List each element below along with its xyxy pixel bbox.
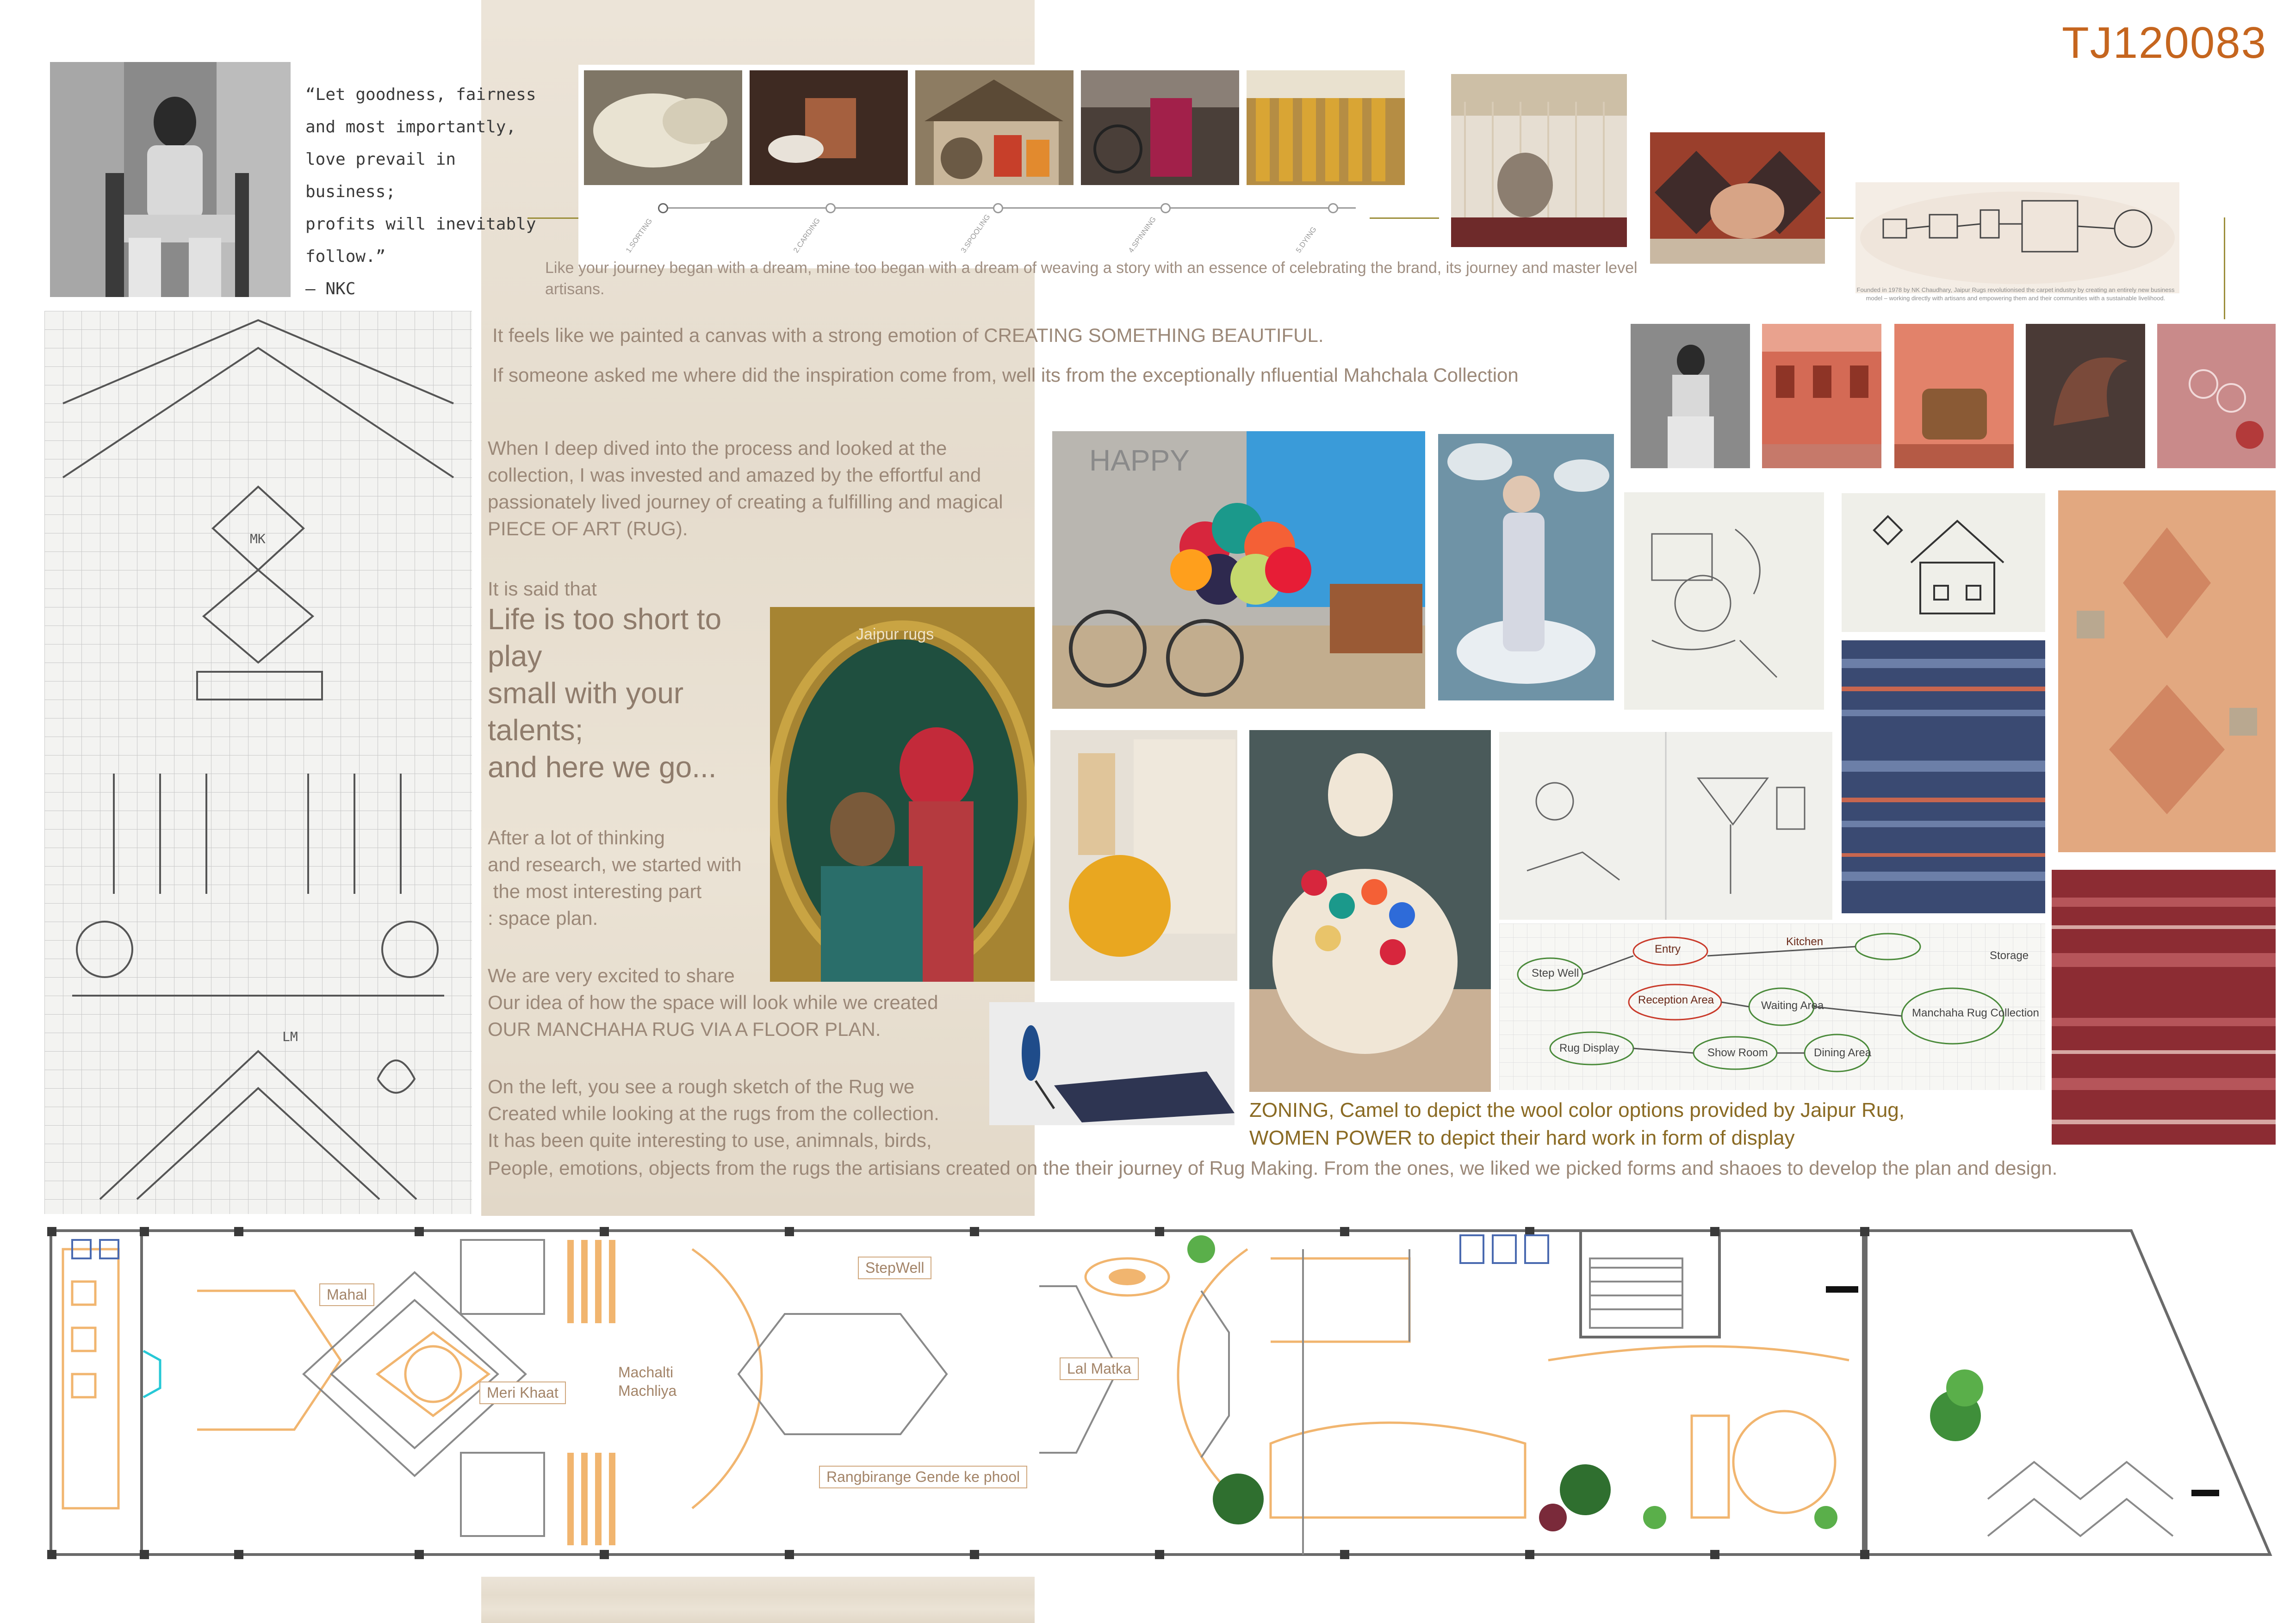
story-line: OUR MANCHAHA RUG VIA A FLOOR PLAN. xyxy=(488,1018,881,1040)
zoning-line: ZONING, Camel to depict the wool color o… xyxy=(1249,1099,1905,1121)
mindmap-word: Waiting Area xyxy=(1761,999,1824,1012)
plan-label-lal-matka: Lal Matka xyxy=(1060,1357,1139,1380)
mindmap-word: Show Room xyxy=(1707,1047,1768,1059)
floor-plan xyxy=(44,1221,2279,1564)
plan-label-stepwell: StepWell xyxy=(858,1257,932,1279)
armchair-thumbnail xyxy=(1894,324,2014,468)
design-sketch-notes xyxy=(1624,492,1824,710)
red-rug-photo xyxy=(2052,870,2276,1145)
story-paragraph-8: People, emotions, objects from the rugs … xyxy=(488,1157,2058,1179)
connector-arrow xyxy=(1370,217,1439,219)
big-quote-line: Life is too short to xyxy=(488,602,722,636)
design-sketch-notebook xyxy=(1499,732,1832,920)
business-model-illustration xyxy=(1855,182,2179,293)
connector-arrow xyxy=(1826,217,1854,219)
rug-detail-thumbnail xyxy=(2157,324,2276,468)
founded-note: Founded in 1978 by NK Chaudhary, Jaipur … xyxy=(1856,286,2175,302)
plan-label-rangbirange: Rangbirange Gende ke phool xyxy=(819,1466,1028,1488)
timeline-dot xyxy=(993,203,1003,213)
story-paragraph-2: If someone asked me where did the inspir… xyxy=(492,364,1519,386)
orange-rug-photo xyxy=(2058,490,2276,852)
founder-thumbnail xyxy=(1631,324,1750,468)
connector-arrow xyxy=(527,217,578,219)
big-quote-line: talents; xyxy=(488,713,583,747)
process-photo-dying xyxy=(1247,70,1405,185)
story-paragraph-7: On the left, you see a rough sketch of t… xyxy=(488,1073,997,1154)
project-code: TJ120083 xyxy=(2062,18,2267,68)
story-line: It has been quite interesting to use, an… xyxy=(488,1129,932,1151)
story-line: Our idea of how the space will look whil… xyxy=(488,991,938,1013)
plan-label-machalti-machliya: Machalti Machliya xyxy=(618,1364,677,1399)
story-paragraph-3: When I deep dived into the process and l… xyxy=(488,437,1003,539)
connector-arrow-down xyxy=(2224,217,2225,319)
process-photo-spooling xyxy=(915,70,1074,185)
parchment-background-bottom xyxy=(481,1577,1035,1623)
quote-line: profits will inevitably xyxy=(305,215,536,234)
story-line: Created while looking at the rugs from t… xyxy=(488,1103,939,1124)
hand-weaving-photo xyxy=(1650,132,1825,264)
plan-label-mahal: Mahal xyxy=(319,1283,375,1306)
wool-sheep-photo xyxy=(1050,730,1237,981)
mindmap-word: Kitchen xyxy=(1786,935,1824,948)
quote-line: – NKC xyxy=(305,279,356,298)
zoning-caption: ZONING, Camel to depict the wool color o… xyxy=(1249,1096,2036,1152)
zoning-line: WOMEN POWER to depict their hard work in… xyxy=(1249,1127,1795,1149)
big-quote-line: and here we go... xyxy=(488,750,717,784)
quote-line: “Let goodness, fairness xyxy=(305,85,536,104)
story-paragraph-5: After a lot of thinking and research, we… xyxy=(488,824,775,932)
loom-threads-photo xyxy=(1451,74,1627,247)
wall-graffiti-text: HAPPY xyxy=(1089,444,1190,477)
process-photo-carding xyxy=(750,70,908,185)
decorated-camel-photo xyxy=(1249,730,1491,1092)
story-big-quote: Life is too short to play small with you… xyxy=(488,601,747,786)
process-photo-spinning xyxy=(1081,70,1239,185)
process-timeline xyxy=(662,207,1356,209)
mindmap-word: Entry xyxy=(1655,943,1681,955)
mindmap-word: Storage xyxy=(1990,949,2029,962)
timeline-dot xyxy=(1160,203,1171,213)
peacock-rug-photo xyxy=(989,1002,1235,1125)
story-paragraph-1: It feels like we painted a canvas with a… xyxy=(492,324,1324,346)
sketch-text-mk: MK xyxy=(250,531,266,546)
founder-portrait-photo xyxy=(50,62,291,297)
process-photo-sorting xyxy=(584,70,742,185)
timeline-dot xyxy=(658,203,668,213)
quote-line: and most importantly, xyxy=(305,118,516,136)
blue-rug-photo xyxy=(1842,640,2045,913)
house-sketch xyxy=(1842,493,2045,632)
story-line: On the left, you see a rough sketch of t… xyxy=(488,1076,915,1097)
rug-sketch xyxy=(44,311,472,1214)
palace-thumbnail xyxy=(1762,324,1881,468)
quote-line: love prevail in business; xyxy=(305,150,456,201)
cloud-woman-photo xyxy=(1438,434,1614,700)
timeline-dot xyxy=(1328,203,1338,213)
sketch-text-lm: LM xyxy=(282,1029,298,1044)
journey-caption: Like your journey began with a dream, mi… xyxy=(545,259,1638,298)
story-paragraph-4: It is said that xyxy=(488,578,597,600)
big-quote-line: play xyxy=(488,639,542,673)
story-line: the most interesting part xyxy=(488,880,702,902)
women-power-poster xyxy=(770,607,1035,982)
mindmap-word: Manchaha Rug Collection xyxy=(1912,1007,2039,1019)
founder-quote: “Let goodness, fairness and most importa… xyxy=(305,79,546,305)
mindmap-word: Step Well xyxy=(1532,967,1579,979)
mindmap-word: Rug Display xyxy=(1559,1042,1620,1054)
poster-brand-text: Jaipur rugs xyxy=(856,626,934,643)
story-line: : space plan. xyxy=(488,907,598,929)
timeline-dot xyxy=(825,203,836,213)
mindmap-word: Reception Area xyxy=(1638,994,1714,1006)
story-line: After a lot of thinking xyxy=(488,827,665,849)
big-quote-line: small with your xyxy=(488,676,684,710)
story-line: and research, we started with xyxy=(488,854,742,875)
quote-line: follow.” xyxy=(305,247,386,266)
mindmap-word: Dining Area xyxy=(1814,1047,1872,1059)
shoe-thumbnail xyxy=(2026,324,2145,468)
plan-label-meri-khaat: Meri Khaat xyxy=(479,1381,566,1404)
